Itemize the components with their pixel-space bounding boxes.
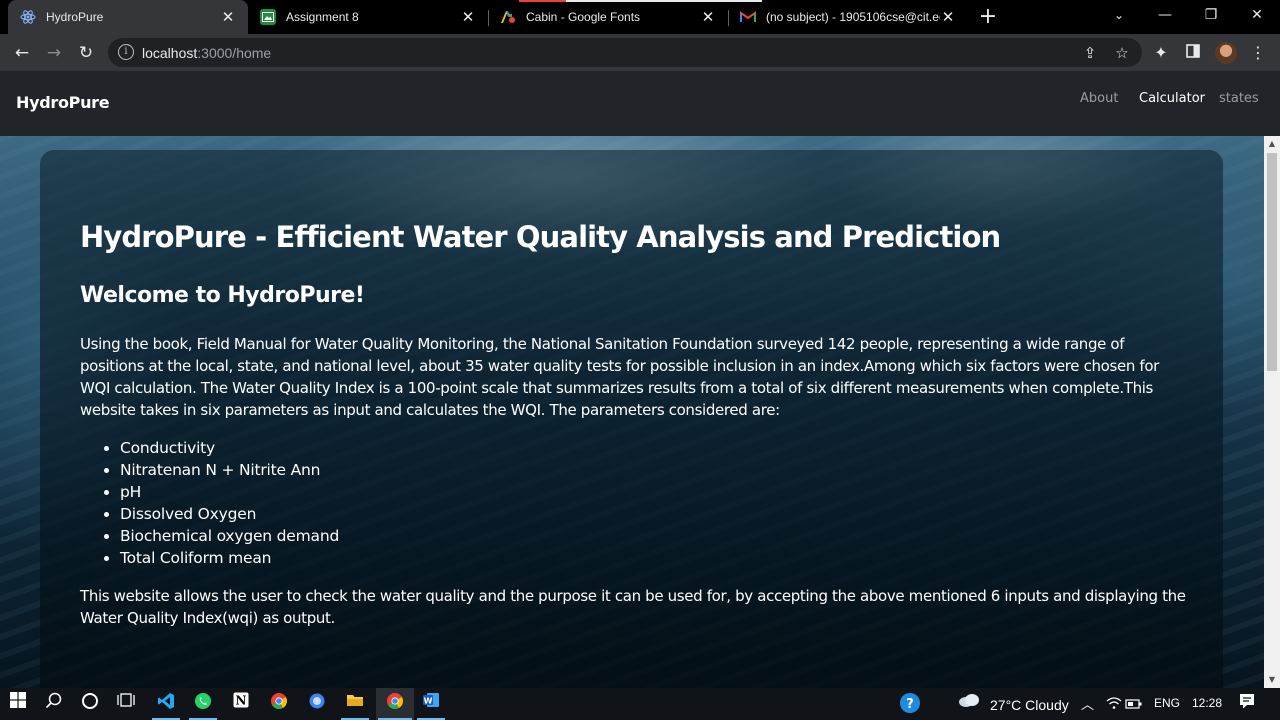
list-item: Nitratenan N + Nitrite Ann [120, 459, 339, 481]
tab-title: (no subject) - 1905106cse@cit.edu [766, 10, 940, 24]
url-text: localhost:3000/home [142, 45, 272, 61]
water-background: HydroPure - Efficient Water Quality Anal… [0, 136, 1264, 688]
address-bar[interactable]: i localhost:3000/home ⇪ ☆ [108, 38, 1142, 67]
close-icon[interactable]: ✕ [460, 8, 476, 26]
whatsapp-icon[interactable] [191, 692, 215, 716]
scroll-up-arrow-icon[interactable]: ▲ [1264, 136, 1280, 152]
word-icon[interactable]: W [419, 692, 443, 716]
clock-time[interactable]: 12:28 [1192, 696, 1222, 710]
site-brand[interactable]: HydroPure [16, 93, 110, 112]
network-wifi-icon[interactable] [1104, 694, 1124, 714]
intro-card: HydroPure - Efficient Water Quality Anal… [40, 150, 1223, 688]
windows-taskbar: N W ? 27°C Cloudy ︿ ENG 12:28 [0, 688, 1280, 720]
info-icon[interactable]: i [118, 44, 134, 60]
task-view-icon[interactable] [114, 692, 138, 716]
browser-tab-assignment[interactable]: Assignment 8 ✕ [248, 0, 488, 34]
new-tab-button[interactable]: + [978, 4, 998, 30]
search-icon[interactable] [42, 692, 66, 716]
language-indicator[interactable]: ENG [1154, 696, 1180, 710]
back-button[interactable]: ← [8, 39, 36, 67]
window-close-button[interactable]: ✕ [1234, 0, 1280, 30]
messenger-icon[interactable] [305, 692, 329, 716]
tab-title: Assignment 8 [286, 10, 359, 24]
browser-tab-hydropure[interactable]: HydroPure ✕ [8, 0, 248, 34]
minimize-button[interactable]: — [1142, 0, 1188, 30]
chrome-active-icon[interactable] [383, 692, 407, 716]
cloudy-weather-icon[interactable] [956, 692, 982, 716]
restore-button[interactable]: ❐ [1188, 0, 1234, 30]
side-panel-icon[interactable] [1182, 42, 1204, 64]
list-item: pH [120, 481, 339, 503]
page-title: HydroPure - Efficient Water Quality Anal… [80, 220, 1001, 254]
extensions-puzzle-icon[interactable]: ✦ [1150, 42, 1172, 64]
browser-toolbar: ← → ↻ i localhost:3000/home ⇪ ☆ ✦ ⋮ [0, 34, 1280, 71]
intro-paragraph: Using the book, Field Manual for Water Q… [80, 335, 1159, 419]
nav-link-about[interactable]: About [1080, 91, 1118, 106]
svg-text:?: ? [906, 697, 914, 712]
nav-link-calculator[interactable]: Calculator [1139, 91, 1205, 106]
profile-avatar[interactable] [1215, 42, 1237, 64]
svg-text:N: N [236, 694, 247, 708]
browser-tab-google-fonts[interactable]: Cabin - Google Fonts ✕ [488, 0, 728, 34]
google-fonts-icon [500, 9, 516, 25]
forward-button[interactable]: → [40, 39, 68, 67]
weather-text[interactable]: 27°C Cloudy [990, 697, 1069, 713]
close-icon[interactable]: ✕ [700, 8, 716, 26]
battery-icon[interactable] [1124, 694, 1144, 714]
page-scrollbar[interactable]: ▲ ▼ [1264, 136, 1280, 688]
vscode-icon[interactable] [154, 692, 178, 716]
tab-title: HydroPure [46, 10, 104, 24]
scrollbar-thumb[interactable] [1267, 153, 1277, 371]
slides-icon [260, 9, 276, 25]
svg-text:W: W [424, 697, 433, 706]
browser-tab-gmail[interactable]: (no subject) - 1905106cse@cit.edu ✕ [728, 0, 968, 34]
list-item: Biochemical oxygen demand [120, 525, 339, 547]
parameter-list: Conductivity Nitratenan N + Nitrite Ann … [120, 437, 339, 569]
share-icon[interactable]: ⇪ [1080, 43, 1100, 63]
list-item: Conductivity [120, 437, 339, 459]
tab-title: Cabin - Google Fonts [526, 10, 641, 24]
notion-icon[interactable]: N [229, 692, 253, 716]
tab-search-chevron-icon[interactable]: ⌄ [1096, 0, 1142, 30]
tray-overflow-chevron-icon[interactable]: ︿ [1081, 694, 1094, 713]
list-item: Dissolved Oxygen [120, 503, 339, 525]
reload-button[interactable]: ↻ [72, 39, 100, 67]
scroll-down-arrow-icon[interactable]: ▼ [1264, 672, 1280, 688]
cortana-icon[interactable] [78, 692, 102, 716]
react-icon [20, 9, 36, 25]
windows-start-icon[interactable] [6, 692, 30, 716]
browser-tab-strip: HydroPure ✕ Assignment 8 ✕ Cabin - Googl… [0, 0, 1280, 34]
site-navbar: HydroPure About Calculator states [0, 71, 1280, 136]
menu-dots-icon[interactable]: ⋮ [1247, 42, 1269, 64]
notification-icon[interactable] [1235, 692, 1259, 716]
close-icon[interactable]: ✕ [940, 8, 956, 26]
outro-paragraph: This website allows the user to check th… [80, 587, 1186, 627]
nav-link-states[interactable]: states [1219, 91, 1259, 106]
list-item: Total Coliform mean [120, 547, 339, 569]
close-icon[interactable]: ✕ [220, 8, 236, 26]
welcome-heading: Welcome to HydroPure! [80, 283, 365, 308]
bookmark-star-icon[interactable]: ☆ [1112, 43, 1132, 63]
file-explorer-icon[interactable] [343, 692, 367, 716]
help-icon[interactable]: ? [898, 692, 922, 716]
chrome-icon[interactable] [267, 692, 291, 716]
gmail-icon [740, 9, 756, 25]
